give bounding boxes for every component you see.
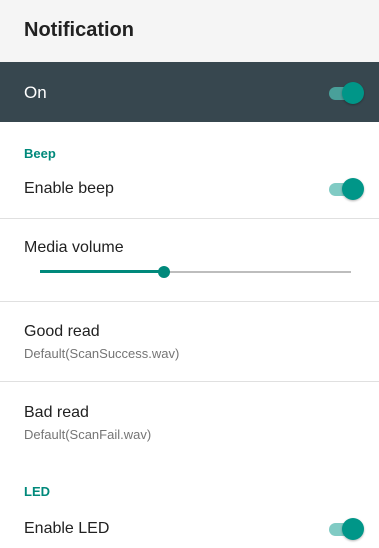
switch-thumb: [342, 518, 364, 540]
enable-beep-label: Enable beep: [24, 180, 114, 197]
master-switch-label: On: [24, 83, 47, 102]
slider-thumb[interactable]: [158, 266, 170, 278]
slider-fill: [40, 270, 164, 273]
enable-led-label: Enable LED: [24, 520, 110, 537]
section-header-beep: Beep: [24, 146, 56, 161]
master-switch-bar[interactable]: On: [0, 62, 379, 122]
enable-beep-toggle[interactable]: [327, 178, 364, 200]
divider: [0, 381, 379, 382]
divider: [0, 301, 379, 302]
divider: [0, 218, 379, 219]
good-read-label: Good read: [24, 323, 100, 340]
good-read-value: Default(ScanSuccess.wav): [24, 346, 180, 361]
page-title: Notification: [24, 19, 134, 41]
app-bar: Notification: [0, 0, 379, 62]
bad-read-label: Bad read: [24, 404, 89, 421]
media-volume-label: Media volume: [24, 239, 124, 256]
master-toggle-switch[interactable]: [327, 82, 364, 104]
switch-thumb: [342, 178, 364, 200]
switch-thumb: [342, 82, 364, 104]
enable-led-toggle[interactable]: [327, 518, 364, 540]
media-volume-slider[interactable]: [40, 262, 351, 282]
bad-read-value: Default(ScanFail.wav): [24, 427, 152, 442]
section-header-led: LED: [24, 484, 50, 499]
